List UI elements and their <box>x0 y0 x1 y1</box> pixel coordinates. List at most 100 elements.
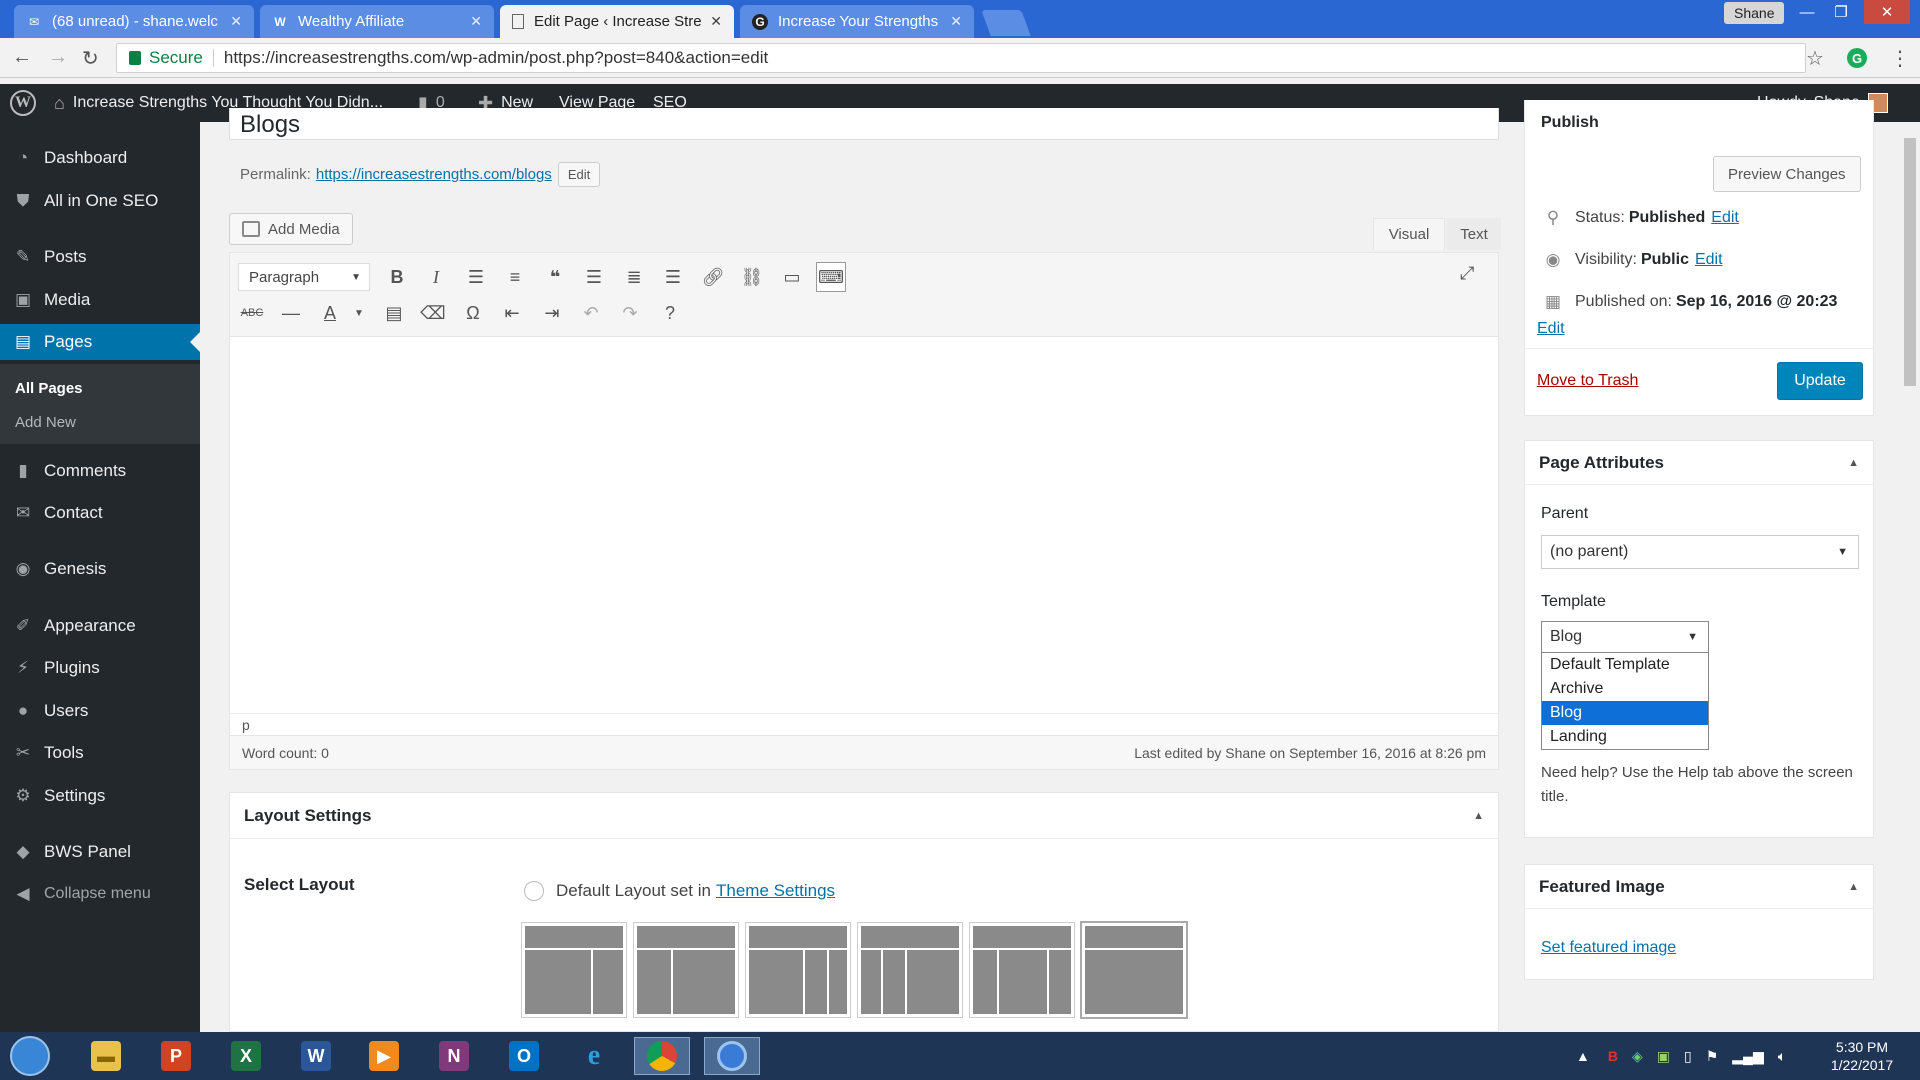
layout-option-sidebar-content[interactable] <box>633 922 739 1018</box>
outlook-icon[interactable]: O <box>496 1037 552 1075</box>
url-input[interactable]: Secure https://increasestrengths.com/wp-… <box>116 43 1806 73</box>
media-player-icon[interactable]: ▶ <box>356 1037 412 1075</box>
excel-icon[interactable]: X <box>218 1037 274 1075</box>
default-layout-radio[interactable] <box>524 881 544 901</box>
clear-formatting-icon[interactable]: ⌫ <box>418 298 448 328</box>
set-featured-image-link[interactable]: Set featured image <box>1541 939 1676 957</box>
sidebar-item-contact[interactable]: ✉ Contact <box>0 495 200 531</box>
redo-icon[interactable]: ↷ <box>615 298 645 328</box>
theme-settings-link[interactable]: Theme Settings <box>716 881 835 901</box>
numbered-list-icon[interactable]: ≡ <box>500 262 530 292</box>
internet-explorer-icon[interactable]: e <box>566 1037 622 1075</box>
preview-changes-button[interactable]: Preview Changes <box>1713 156 1861 192</box>
permalink-link[interactable]: https://increasestrengths.com/blogs <box>316 166 552 183</box>
bold-icon[interactable]: B <box>382 262 412 292</box>
featured-image-header[interactable]: Featured Image ▲ <box>1525 865 1873 909</box>
collapse-toggle-icon[interactable]: ▲ <box>1848 881 1859 893</box>
sidebar-item-pages[interactable]: ▤ Pages <box>0 324 200 360</box>
word-icon[interactable]: W <box>288 1037 344 1075</box>
bullet-list-icon[interactable]: ☰ <box>461 262 491 292</box>
collapse-menu-button[interactable]: ◀ Collapse menu <box>0 876 200 912</box>
chrome-menu-icon[interactable]: ⋮ <box>1890 46 1910 71</box>
chrome-icon[interactable] <box>634 1037 690 1075</box>
tab-visual[interactable]: Visual <box>1373 218 1445 250</box>
grammarly-icon[interactable]: G <box>1847 48 1867 68</box>
onenote-icon[interactable]: N <box>426 1037 482 1075</box>
paste-text-icon[interactable]: ▤ <box>379 298 409 328</box>
layout-option-sidebar-sidebar-content[interactable] <box>857 922 963 1018</box>
browser-tab-edit-page[interactable]: Edit Page ‹ Increase Stre ✕ <box>500 5 734 38</box>
file-explorer-icon[interactable]: ▬ <box>78 1037 134 1075</box>
browser-tab-increase-strengths[interactable]: G Increase Your Strengths ✕ <box>740 5 974 38</box>
browser-tab-wealthy-affiliate[interactable]: W Wealthy Affiliate ✕ <box>260 5 494 38</box>
tab-text[interactable]: Text <box>1447 218 1501 250</box>
close-icon[interactable]: ✕ <box>230 13 242 30</box>
special-character-icon[interactable]: Ω <box>458 298 488 328</box>
blockquote-icon[interactable]: ❝ <box>540 262 570 292</box>
template-option-blog[interactable]: Blog <box>1542 701 1708 725</box>
layout-option-full-width[interactable] <box>1080 921 1188 1019</box>
add-media-button[interactable]: Add Media <box>229 213 353 245</box>
strikethrough-icon[interactable]: ABC <box>237 298 267 328</box>
align-center-icon[interactable]: ≣ <box>619 262 649 292</box>
minimize-icon[interactable]: — <box>1790 0 1824 24</box>
battery-icon[interactable]: ▯ <box>1684 1048 1692 1065</box>
powerpoint-icon[interactable]: P <box>148 1037 204 1075</box>
collapse-toggle-icon[interactable]: ▲ <box>1848 457 1859 469</box>
outdent-icon[interactable]: ⇤ <box>497 298 527 328</box>
template-option-default[interactable]: Default Template <box>1542 653 1708 677</box>
sidebar-item-tools[interactable]: ✂ Tools <box>0 735 200 771</box>
sidebar-item-appearance[interactable]: ✐ Appearance <box>0 608 200 644</box>
close-icon[interactable]: ✕ <box>470 13 482 30</box>
undo-icon[interactable]: ↶ <box>576 298 606 328</box>
submenu-all-pages[interactable]: All Pages <box>15 380 83 397</box>
scrollbar-thumb[interactable] <box>1904 138 1916 386</box>
align-left-icon[interactable]: ☰ <box>579 262 609 292</box>
network-app-icon[interactable]: ◈ <box>1632 1048 1643 1065</box>
align-right-icon[interactable]: ☰ <box>658 262 688 292</box>
editor-content-area[interactable] <box>230 337 1498 715</box>
sidebar-item-comments[interactable]: ▮ Comments <box>0 453 200 489</box>
sidebar-item-users[interactable]: ● Users <box>0 693 200 729</box>
text-color-icon[interactable]: A <box>315 298 345 328</box>
parent-select[interactable]: (no parent) ▼ <box>1541 535 1859 569</box>
layout-option-content-sidebar-sidebar[interactable] <box>745 922 851 1018</box>
collapse-toggle-icon[interactable]: ▲ <box>1473 810 1484 822</box>
start-button[interactable] <box>10 1036 50 1076</box>
sidebar-item-posts[interactable]: ✎ Posts <box>0 239 200 275</box>
sidebar-item-dashboard[interactable]: ◔ Dashboard <box>0 140 200 176</box>
bookmark-star-icon[interactable]: ☆ <box>1806 46 1824 71</box>
window-user-badge[interactable]: Shane <box>1724 2 1785 24</box>
sidebar-item-media[interactable]: ▣ Media <box>0 282 200 318</box>
template-option-landing[interactable]: Landing <box>1542 725 1708 749</box>
signal-icon[interactable]: ▂▄▆ <box>1732 1048 1763 1065</box>
taskbar-clock[interactable]: 5:30 PM 1/22/2017 <box>1822 1038 1902 1074</box>
permalink-edit-button[interactable]: Edit <box>557 162 601 187</box>
published-edit-link[interactable]: Edit <box>1537 320 1565 338</box>
toolbar-toggle-icon[interactable]: ⌨ <box>816 262 846 292</box>
forward-icon[interactable]: → <box>48 46 68 69</box>
sidebar-item-plugins[interactable]: ⚡ Plugins <box>0 650 200 686</box>
update-button[interactable]: Update <box>1777 362 1863 400</box>
format-select[interactable]: Paragraph ▼ <box>238 263 370 291</box>
page-attributes-header[interactable]: Page Attributes ▲ <box>1525 441 1873 485</box>
layout-settings-header[interactable]: Layout Settings ▲ <box>230 793 1498 839</box>
close-icon[interactable]: ✕ <box>950 13 962 30</box>
page-scrollbar[interactable] <box>1900 122 1920 1032</box>
help-icon[interactable]: ? <box>655 298 685 328</box>
sidebar-item-genesis[interactable]: ◉ Genesis <box>0 551 200 587</box>
status-edit-link[interactable]: Edit <box>1711 209 1739 227</box>
default-layout-option[interactable]: Default Layout set in Theme Settings <box>524 881 835 901</box>
flag-icon[interactable]: ⚑ <box>1706 1048 1719 1065</box>
maximize-icon[interactable]: ❐ <box>1824 0 1858 24</box>
move-to-trash-link[interactable]: Move to Trash <box>1537 372 1638 390</box>
tray-expand-icon[interactable]: ▲ <box>1576 1048 1590 1064</box>
sidebar-item-settings[interactable]: ⚙ Settings <box>0 778 200 814</box>
layout-option-content-sidebar[interactable] <box>521 922 627 1018</box>
sidebar-item-bws-panel[interactable]: ◆ BWS Panel <box>0 834 200 870</box>
secure-indicator[interactable]: Secure <box>129 48 203 68</box>
submenu-add-new[interactable]: Add New <box>15 414 76 431</box>
fullscreen-icon[interactable]: ⤢ <box>1460 263 1474 284</box>
tray-app-icon[interactable]: ▣ <box>1657 1048 1670 1065</box>
new-tab-button[interactable] <box>981 10 1031 36</box>
